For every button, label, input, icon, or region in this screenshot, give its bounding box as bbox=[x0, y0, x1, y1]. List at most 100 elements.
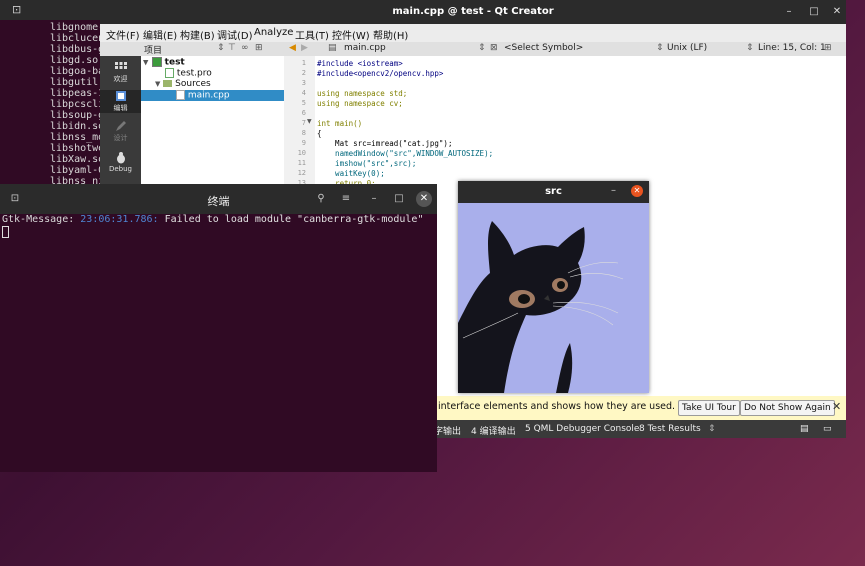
opencv-src-window: src – ✕ bbox=[458, 181, 649, 393]
tree-item-label: Sources bbox=[175, 79, 211, 89]
output-line: libdbus-g bbox=[50, 44, 100, 55]
mode-debug[interactable]: Debug bbox=[100, 152, 141, 173]
line-number: 1 bbox=[301, 59, 306, 67]
close-document-icon[interactable]: ⊠ bbox=[490, 43, 498, 53]
split-icon[interactable]: ⊞ bbox=[255, 43, 263, 53]
banner-text: interface elements and shows how they ar… bbox=[438, 401, 712, 412]
fold-icon[interactable]: ▼ bbox=[307, 118, 312, 125]
src-titlebar[interactable]: src – ✕ bbox=[458, 181, 649, 203]
close-icon[interactable]: ✕ bbox=[830, 5, 844, 19]
output-tab-app[interactable]: 字输出 bbox=[434, 424, 461, 437]
back-arrow-icon[interactable]: ◀ bbox=[289, 43, 296, 53]
tree-item-sources[interactable]: ▼ Sources bbox=[155, 79, 211, 90]
maximize-icon[interactable]: □ bbox=[807, 5, 821, 19]
cursor-position[interactable]: Line: 15, Col: 1 bbox=[758, 43, 826, 53]
minimize-icon[interactable]: – bbox=[782, 5, 796, 19]
forward-arrow-icon[interactable]: ▶ bbox=[301, 43, 308, 53]
terminal-output[interactable]: Gtk-Message: 23:06:31.786: Failed to loa… bbox=[0, 214, 437, 472]
line-ending-selector[interactable]: Unix (LF) bbox=[667, 43, 707, 53]
output-line: libgd.so. bbox=[50, 55, 100, 66]
file-dropdown-icon[interactable]: ⇕ bbox=[478, 43, 486, 53]
tree-item-label: main.cpp bbox=[187, 90, 230, 101]
do-not-show-again-button[interactable]: Do Not Show Again bbox=[740, 400, 835, 416]
close-icon[interactable]: ✕ bbox=[631, 185, 643, 197]
split-editor-icon[interactable]: ⊞ bbox=[824, 43, 832, 53]
line-number: 11 bbox=[297, 159, 306, 167]
line-number: 12 bbox=[297, 169, 306, 177]
menu-help[interactable]: 帮助(H) bbox=[373, 27, 408, 42]
mode-edit[interactable]: 编辑 bbox=[100, 90, 141, 113]
menu-tools[interactable]: 工具(T) bbox=[295, 27, 329, 42]
project-icon bbox=[151, 57, 162, 67]
terminal-icon[interactable]: ⊡ bbox=[12, 3, 21, 16]
menu-file[interactable]: 文件(F) bbox=[106, 27, 140, 42]
line-number: 8 bbox=[301, 129, 306, 137]
output-dropdown-icon[interactable]: ⇕ bbox=[708, 424, 716, 434]
tree-item-test[interactable]: ▼ test bbox=[143, 57, 185, 68]
code-line: #include <iostream> bbox=[317, 59, 403, 68]
line-number: 6 bbox=[301, 109, 306, 117]
menu-bar: 文件(F) 编辑(E) 构建(B) 调试(D) Analyze 工具(T) 控件… bbox=[100, 24, 846, 42]
minimize-icon[interactable]: – bbox=[611, 185, 616, 196]
maximize-icon[interactable]: □ bbox=[391, 191, 407, 207]
mode-label: 欢迎 bbox=[113, 75, 128, 83]
output-tab-compile[interactable]: 4 编译输出 bbox=[471, 424, 516, 437]
open-file-label[interactable]: main.cpp bbox=[344, 43, 386, 53]
take-ui-tour-button[interactable]: Take UI Tour bbox=[678, 400, 740, 416]
tree-item-pro-file[interactable]: test.pro bbox=[165, 68, 212, 79]
hamburger-menu-icon[interactable]: ≡ bbox=[338, 191, 354, 207]
chevron-down-icon[interactable]: ▼ bbox=[143, 59, 148, 67]
line-number: 7 bbox=[301, 119, 306, 127]
terminal-window: ⊡ 终端 ⚲ ≡ – □ ✕ Gtk-Message: 23:06:31.786… bbox=[0, 184, 437, 472]
mode-label: 编辑 bbox=[113, 104, 128, 112]
message-time: 23:06:31.786: bbox=[80, 214, 159, 225]
mode-design[interactable]: 设计 bbox=[100, 120, 141, 143]
line-ending-dropdown-icon[interactable]: ⇕ bbox=[746, 43, 754, 53]
menu-debug[interactable]: 调试(D) bbox=[217, 27, 253, 42]
filter-icon[interactable]: ⊤ bbox=[228, 43, 236, 53]
folder-icon bbox=[163, 80, 173, 87]
close-icon[interactable]: ✕ bbox=[832, 400, 841, 413]
src-title: src bbox=[545, 186, 562, 197]
search-icon[interactable]: ⚲ bbox=[313, 191, 329, 207]
edit-mode-icon bbox=[115, 91, 126, 101]
editor-toolbar: 项目 ⇕ ⊤ ∞ ⊞ ◀ ▶ ▤ main.cpp ⇕ ⊠ <Select Sy… bbox=[100, 42, 846, 57]
mode-sidebar: 欢迎 编辑 设计 Debug bbox=[100, 56, 141, 186]
file-icon: ▤ bbox=[328, 43, 337, 53]
cat-image bbox=[458, 203, 649, 393]
tree-item-main-cpp[interactable]: main.cpp bbox=[141, 90, 284, 101]
mode-welcome[interactable]: 欢迎 bbox=[100, 61, 141, 84]
output-maximize-icon[interactable]: ▭ bbox=[823, 424, 832, 434]
cpp-file-icon bbox=[176, 90, 185, 100]
sidebar-toggle-icon[interactable]: ▤ bbox=[800, 424, 809, 434]
minimize-icon[interactable]: – bbox=[366, 191, 382, 207]
output-line: libshotwe bbox=[50, 143, 100, 154]
dropdown-icon[interactable]: ⇕ bbox=[217, 43, 225, 53]
close-icon[interactable]: ✕ bbox=[416, 191, 432, 207]
symbol-dropdown-icon[interactable]: ⇕ bbox=[656, 43, 664, 53]
menu-build[interactable]: 构建(B) bbox=[180, 27, 215, 42]
pro-file-icon bbox=[165, 68, 174, 78]
background-terminal-output: libgnome- libclucen libdbus-g libgd.so. … bbox=[0, 20, 100, 185]
line-number: 4 bbox=[301, 89, 306, 97]
pencil-icon bbox=[115, 121, 126, 131]
output-line: libclucen bbox=[50, 33, 100, 44]
chevron-down-icon[interactable]: ▼ bbox=[155, 80, 160, 88]
output-tab-test-results[interactable]: 8 Test Results bbox=[639, 424, 701, 434]
symbol-selector[interactable]: <Select Symbol> bbox=[504, 43, 583, 53]
link-icon[interactable]: ∞ bbox=[241, 43, 249, 53]
menu-widgets[interactable]: 控件(W) bbox=[332, 27, 370, 42]
output-tab-qml-debugger[interactable]: 5 QML Debugger Console bbox=[525, 424, 639, 434]
menu-analyze[interactable]: Analyze bbox=[254, 27, 293, 38]
terminal-titlebar[interactable]: ⊡ 终端 ⚲ ≡ – □ ✕ bbox=[0, 184, 437, 214]
output-line: libpeas-1 bbox=[50, 88, 100, 99]
qt-titlebar[interactable]: main.cpp @ test - Qt Creator – □ ✕ bbox=[100, 0, 846, 24]
menu-edit[interactable]: 编辑(E) bbox=[143, 27, 177, 42]
code-line: #include<opencv2/opencv.hpp> bbox=[317, 69, 444, 78]
message-text: Failed to load module "canberra-gtk-modu… bbox=[164, 214, 424, 225]
output-line: libnss_mdn bbox=[50, 132, 100, 143]
output-line: libsoup-g bbox=[50, 110, 100, 121]
output-line: libidn.so bbox=[50, 121, 100, 132]
ui-tour-banner: interface elements and shows how they ar… bbox=[430, 396, 846, 420]
background-terminal-titlebar: ⊡ bbox=[0, 0, 110, 20]
